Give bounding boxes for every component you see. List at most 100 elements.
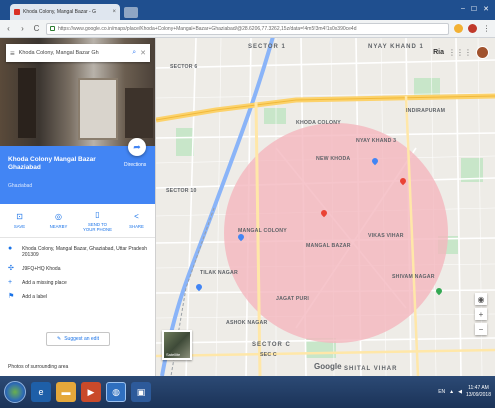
map-label: MANGAL COLONY xyxy=(238,228,287,234)
map-label: SECTOR C xyxy=(252,342,291,348)
park-area xyxy=(264,108,286,124)
map-canvas[interactable]: SECTOR 1 NYAY KHAND 1 SECTOR 6 KHODA COL… xyxy=(156,38,495,376)
place-subtitle: Ghaziabad xyxy=(8,183,33,189)
bookmark-icon: ⊡ xyxy=(16,212,23,221)
map-label: TILAK NAGAR xyxy=(200,270,238,276)
park-area xyxy=(176,128,194,156)
map-label: SEC C xyxy=(260,352,277,358)
map-label: NYAY KHAND 1 xyxy=(368,44,424,50)
zoom-in-button[interactable]: + xyxy=(475,308,487,320)
place-header: Khoda Colony Mangal Bazar Ghaziabad Ghaz… xyxy=(0,138,155,204)
photo-shape xyxy=(125,88,153,138)
my-location-button[interactable]: ◉ xyxy=(475,293,487,305)
action-label: SAVE xyxy=(13,224,26,229)
avatar[interactable] xyxy=(476,46,489,59)
star-icon[interactable] xyxy=(454,24,463,33)
satellite-toggle[interactable]: Satellite xyxy=(162,330,192,360)
search-box[interactable]: ≡ Khoda Colony, Mangal Bazar Gh ⌕ ✕ xyxy=(6,44,150,62)
park-area xyxy=(414,78,440,96)
phone-icon: ▯ xyxy=(95,209,100,219)
photo-shape xyxy=(78,78,118,140)
chrome-icon[interactable]: ◍ xyxy=(106,382,126,402)
directions-icon: ➦ xyxy=(133,141,141,152)
action-label: SEND TO YOUR PHONE xyxy=(83,221,112,232)
search-icon[interactable]: ⌕ xyxy=(132,49,136,57)
plus-code-row[interactable]: ✣ J9FQ+HQ Khoda xyxy=(0,262,155,276)
map-label: SHITAL VIHAR xyxy=(344,366,398,372)
address-row[interactable]: ● Khoda Colony, Mangal Bazar, Ghaziabad,… xyxy=(0,242,155,262)
place-panel: ≡ Khoda Colony, Mangal Bazar Gh ⌕ ✕ Khod… xyxy=(0,38,156,376)
nearby-button[interactable]: ◎ NEARBY xyxy=(44,212,74,229)
browser-menu-icon[interactable]: ⋮ xyxy=(482,24,491,33)
google-maps-favicon xyxy=(14,9,20,15)
my-location-icon: ◉ xyxy=(477,294,485,304)
suggest-edit-button[interactable]: ✎ Suggest an edit xyxy=(46,332,110,346)
place-info-list: ● Khoda Colony, Mangal Bazar, Ghaziabad,… xyxy=(0,242,155,304)
hamburger-menu-icon[interactable]: ≡ xyxy=(10,49,15,58)
action-label: SHARE xyxy=(129,224,144,229)
ie-icon[interactable]: e xyxy=(31,382,51,402)
clock[interactable]: 11:47 AM 13/09/2018 xyxy=(466,385,491,399)
label-row[interactable]: ⚑ Add a label xyxy=(0,290,155,304)
browser-tab[interactable]: Khoda Colony, Mangal Bazar - G × xyxy=(10,4,120,20)
place-title: Khoda Colony Mangal Bazar Ghaziabad xyxy=(8,156,96,171)
photo-shape xyxy=(18,68,36,138)
account-controls: Ria ⋮⋮⋮ xyxy=(433,46,489,59)
map-label: NEW KHODA xyxy=(316,156,351,162)
language-indicator[interactable]: EN xyxy=(438,389,445,395)
label-icon: ⚑ xyxy=(8,293,15,300)
media-player-icon[interactable]: ▶ xyxy=(81,382,101,402)
maximize-button[interactable]: ☐ xyxy=(471,5,477,13)
forward-button[interactable]: › xyxy=(18,24,27,33)
address-text: Khoda Colony, Mangal Bazar, Ghaziabad, U… xyxy=(22,246,147,258)
plus-code-text: J9FQ+HQ Khoda xyxy=(22,266,61,272)
map-label: NYAY KHAND 3 xyxy=(356,138,397,144)
nearby-icon: ◎ xyxy=(55,212,62,221)
window-controls: – ☐ ✕ xyxy=(461,5,489,13)
folder-icon[interactable]: ▬ xyxy=(56,382,76,402)
add-place-text: Add a missing place xyxy=(22,280,67,286)
apps-grid-icon[interactable]: ⋮⋮⋮ xyxy=(448,48,472,57)
suggest-edit-label: Suggest an edit xyxy=(64,336,99,342)
map-label: INDIRAPURAM xyxy=(406,108,446,114)
share-button[interactable]: < SHARE xyxy=(122,212,152,229)
directions-button[interactable]: ➦ xyxy=(128,138,146,156)
edit-icon: ✎ xyxy=(57,336,62,342)
clock-time: 11:47 AM xyxy=(468,385,489,391)
browser-tabstrip: Khoda Colony, Mangal Bazar - G × – ☐ ✕ xyxy=(0,0,495,20)
lock-icon xyxy=(50,26,55,31)
reload-button[interactable]: C xyxy=(32,24,41,33)
add-place-icon: + xyxy=(8,279,13,286)
satellite-label: Satellite xyxy=(166,352,181,357)
map-label: MANGAL BAZAR xyxy=(306,243,351,249)
network-icon[interactable]: ▲ xyxy=(449,389,454,395)
map-label: VIKAS VIHAR xyxy=(368,233,404,239)
action-label: NEARBY xyxy=(49,224,68,229)
volume-icon[interactable]: ◀ xyxy=(458,389,462,395)
add-place-row[interactable]: + Add a missing place xyxy=(0,276,155,290)
extension-icon[interactable] xyxy=(468,24,477,33)
user-name: Ria xyxy=(433,49,444,56)
map-label: KHODA COLONY xyxy=(296,120,341,126)
send-to-phone-button[interactable]: ▯ SEND TO YOUR PHONE xyxy=(83,210,113,232)
map-label: SHIVAM NAGAR xyxy=(392,274,435,280)
plus-code-icon: ✣ xyxy=(8,265,14,272)
map-label: ASHOK NAGAR xyxy=(226,320,268,326)
tab-close-icon[interactable]: × xyxy=(112,9,116,15)
start-button[interactable] xyxy=(4,381,26,403)
app-icon[interactable]: ▣ xyxy=(131,382,151,402)
clear-search-icon[interactable]: ✕ xyxy=(140,49,146,57)
search-input[interactable]: Khoda Colony, Mangal Bazar Gh xyxy=(19,50,129,56)
zoom-out-button[interactable]: − xyxy=(475,323,487,335)
map-label: JAGAT PURI xyxy=(276,296,310,302)
location-pin-icon: ● xyxy=(8,245,13,252)
label-text: Add a label xyxy=(22,294,48,300)
clock-date: 13/09/2018 xyxy=(465,392,491,398)
minimize-button[interactable]: – xyxy=(461,5,465,13)
new-tab-button[interactable] xyxy=(124,7,138,18)
address-bar[interactable]: https://www.google.co.in/maps/place/Khod… xyxy=(46,22,449,35)
back-button[interactable]: ‹ xyxy=(4,24,13,33)
browser-toolbar: ‹ › C https://www.google.co.in/maps/plac… xyxy=(0,20,495,38)
save-button[interactable]: ⊡ SAVE xyxy=(5,212,35,229)
close-window-button[interactable]: ✕ xyxy=(483,5,489,13)
